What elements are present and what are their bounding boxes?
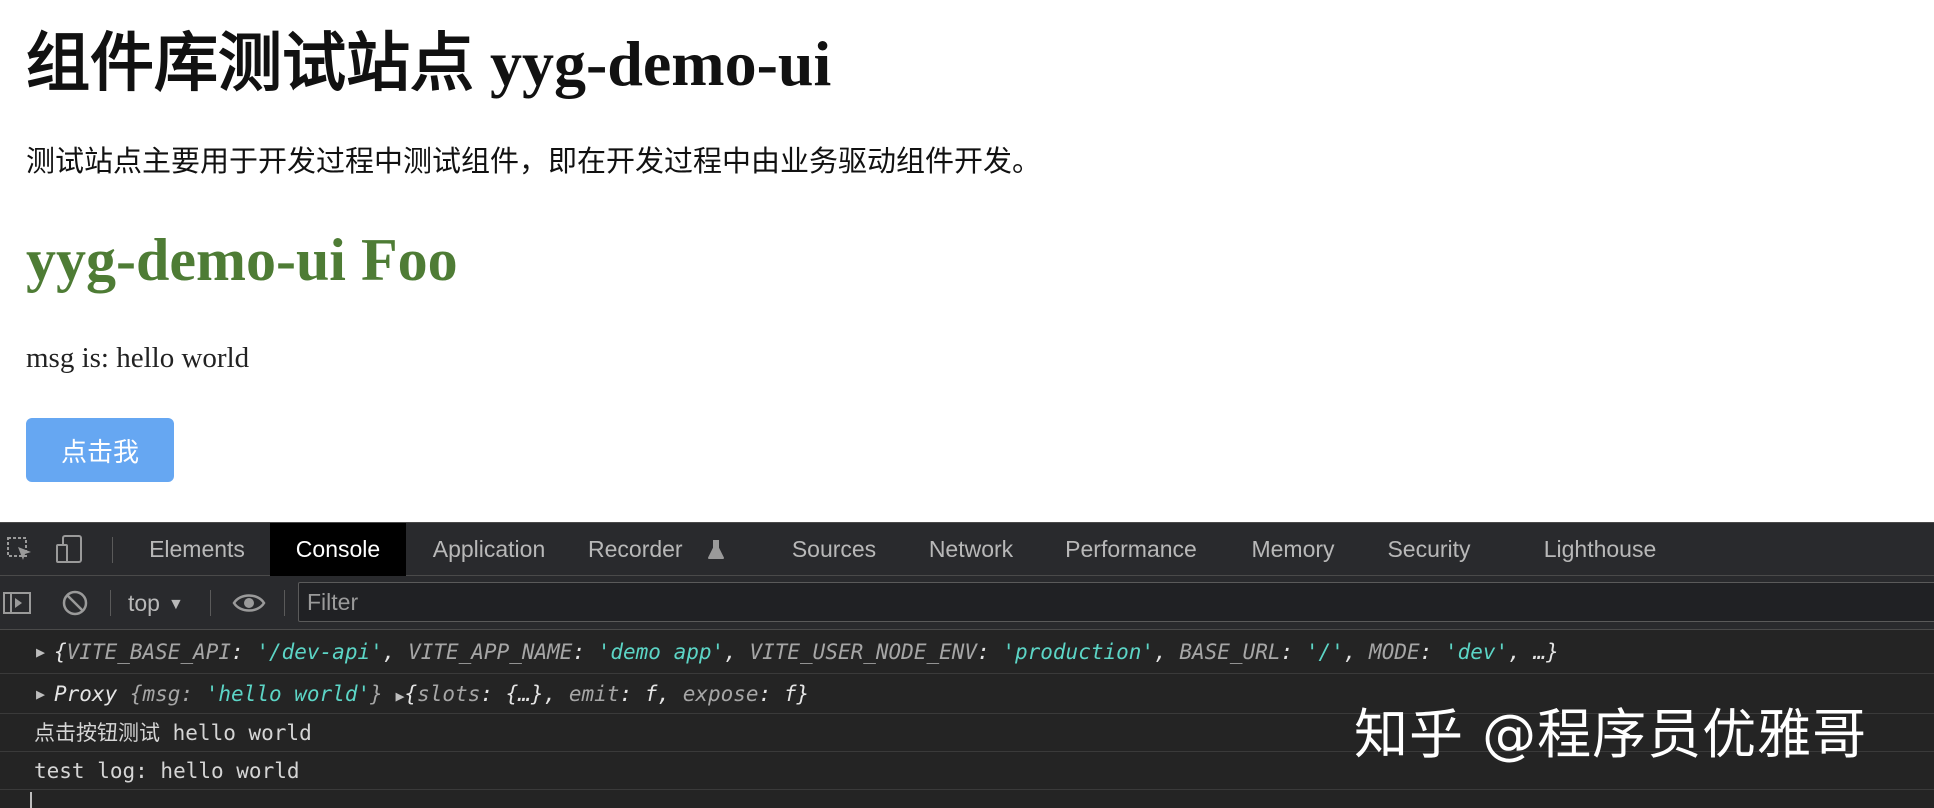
page-description: 测试站点主要用于开发过程中测试组件，即在开发过程中由业务驱动组件开发。 bbox=[26, 146, 1042, 178]
eye-icon[interactable] bbox=[232, 588, 266, 618]
console-message-text: 点击按钮测试 hello world bbox=[34, 721, 312, 745]
toolbar-divider bbox=[210, 590, 211, 616]
tab-application[interactable]: Application bbox=[418, 523, 560, 576]
console-message: ▶ {VITE_BASE_API: '/dev-api', VITE_APP_N… bbox=[0, 630, 1934, 674]
watermark: 知乎 @程序员优雅哥 bbox=[1354, 703, 1868, 766]
inspect-element-icon[interactable] bbox=[4, 533, 36, 565]
prompt-caret bbox=[30, 792, 32, 808]
expand-triangle-icon[interactable]: ▶ bbox=[36, 674, 45, 714]
context-selector-value: top bbox=[128, 590, 160, 616]
msg-text: msg is: hello world bbox=[26, 342, 250, 374]
tab-memory[interactable]: Memory bbox=[1242, 523, 1344, 576]
devtools-tab-bar: Elements Console Application Recorder So… bbox=[0, 522, 1934, 576]
tab-bar-divider bbox=[112, 537, 113, 563]
caret-down-icon: ▼ bbox=[167, 596, 184, 613]
expand-triangle-icon[interactable]: ▶ bbox=[36, 630, 45, 674]
filter-input[interactable] bbox=[298, 582, 1934, 622]
device-toolbar-icon[interactable] bbox=[54, 533, 86, 565]
toolbar-divider bbox=[284, 590, 285, 616]
flask-icon bbox=[708, 540, 724, 559]
console-toolbar: top ▼ bbox=[0, 576, 1934, 630]
tab-sources[interactable]: Sources bbox=[780, 523, 888, 576]
console-prompt[interactable] bbox=[0, 790, 1934, 808]
tab-network[interactable]: Network bbox=[920, 523, 1022, 576]
tab-console[interactable]: Console bbox=[270, 523, 406, 576]
tab-elements[interactable]: Elements bbox=[130, 523, 264, 576]
tab-recorder[interactable]: Recorder bbox=[588, 523, 724, 576]
tab-performance[interactable]: Performance bbox=[1056, 523, 1206, 576]
clear-console-icon[interactable] bbox=[60, 588, 90, 618]
tab-recorder-label: Recorder bbox=[588, 536, 683, 562]
component-title: yyg-demo-ui Foo bbox=[26, 227, 458, 293]
context-selector[interactable]: top ▼ bbox=[128, 588, 184, 618]
console-message-text: test log: hello world bbox=[34, 759, 300, 783]
tab-security[interactable]: Security bbox=[1378, 523, 1480, 576]
toolbar-divider bbox=[110, 590, 111, 616]
tab-lighthouse[interactable]: Lighthouse bbox=[1530, 523, 1670, 576]
page-content: 组件库测试站点 yyg-demo-ui 测试站点主要用于开发过程中测试组件，即在… bbox=[0, 0, 1934, 522]
page-title: 组件库测试站点 yyg-demo-ui bbox=[26, 28, 832, 99]
sidebar-toggle-icon[interactable] bbox=[2, 588, 32, 618]
click-me-button[interactable]: 点击我 bbox=[26, 418, 174, 482]
